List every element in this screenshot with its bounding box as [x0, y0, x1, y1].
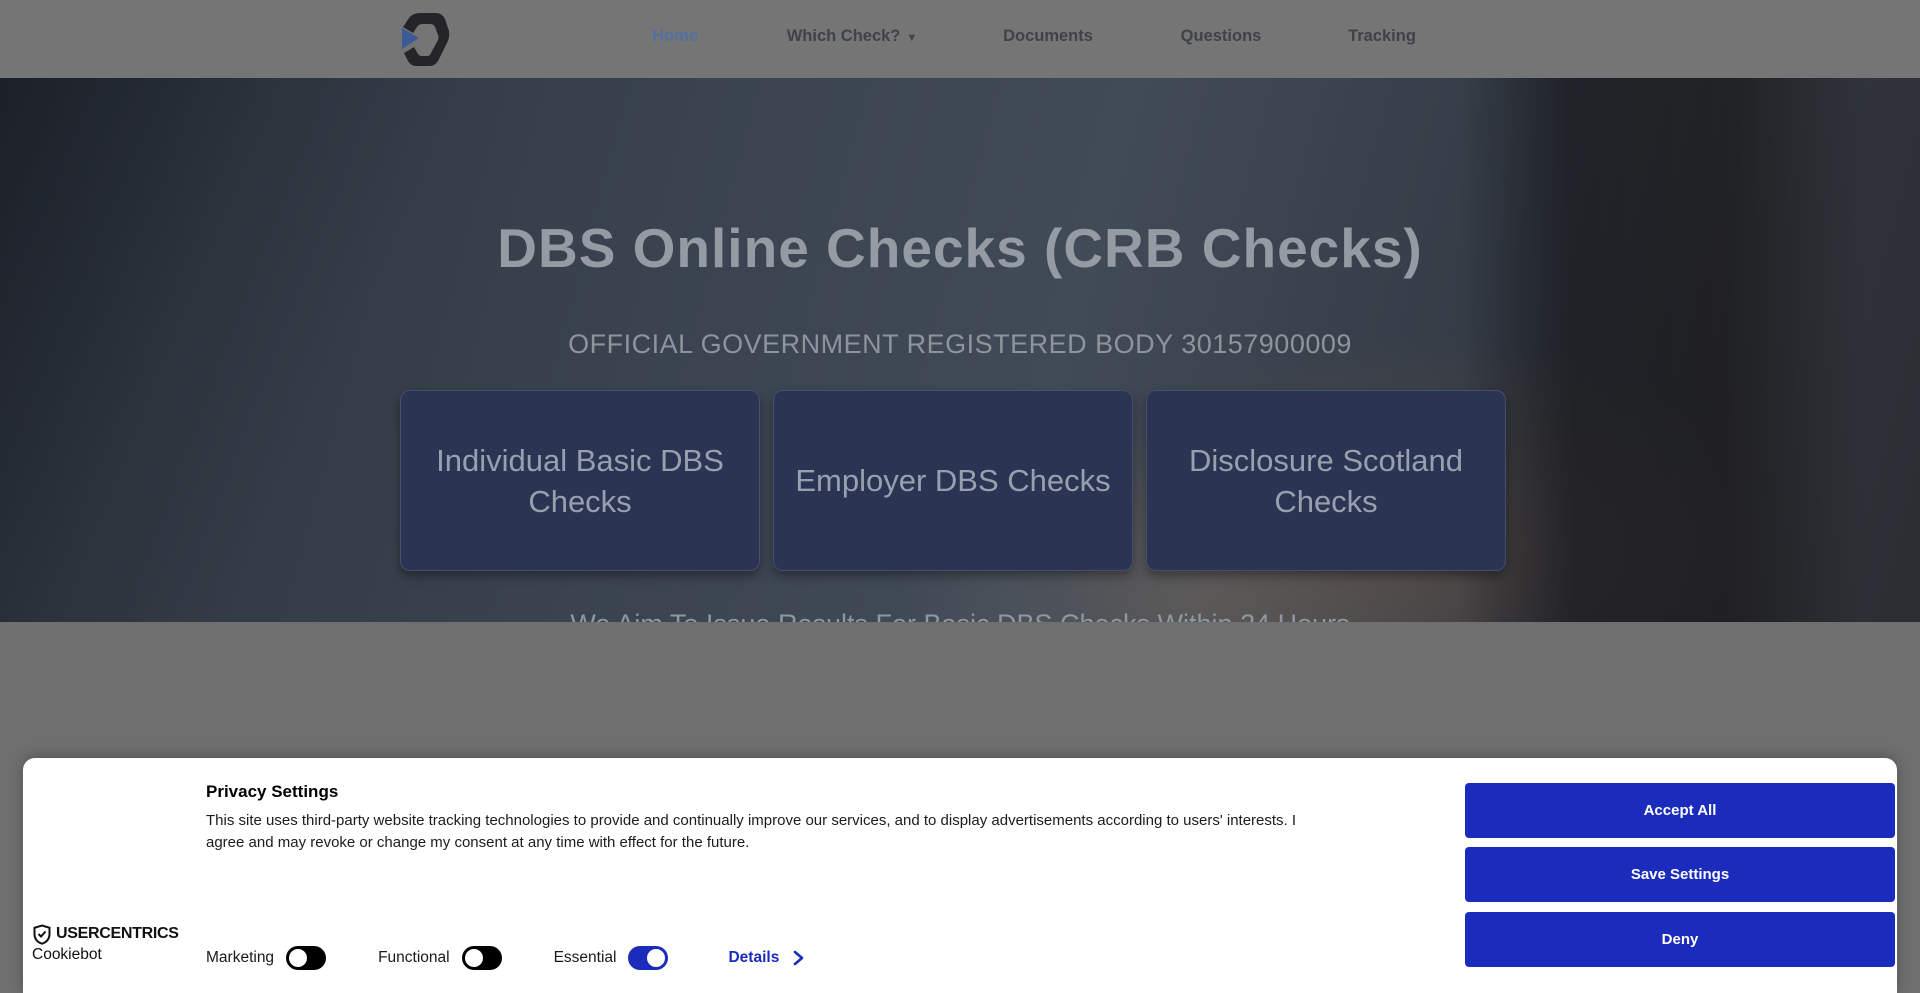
marketing-toggle-group: Marketing	[206, 946, 326, 970]
toggle-knob	[647, 949, 665, 967]
nav-item-documents[interactable]: Documents	[1003, 27, 1093, 46]
nav-item-questions[interactable]: Questions	[1181, 27, 1262, 46]
chevron-down-icon: ▼	[906, 32, 917, 44]
nav-item-tracking[interactable]: Tracking	[1348, 27, 1416, 46]
disclosure-scotland-checks-button[interactable]: Disclosure Scotland Checks	[1146, 390, 1506, 571]
essential-toggle-group: Essential	[554, 946, 669, 970]
page-title: DBS Online Checks (CRB Checks)	[0, 216, 1920, 280]
nav-item-which-check[interactable]: Which Check?▼	[787, 27, 918, 46]
privacy-settings-description: This site uses third-party website track…	[206, 810, 1296, 853]
hero-section: DBS Online Checks (CRB Checks) OFFICIAL …	[0, 78, 1920, 622]
accept-all-button[interactable]: Accept All	[1465, 783, 1895, 838]
cookiebot-label: Cookiebot	[32, 946, 102, 964]
usercentrics-shield-icon	[32, 924, 52, 945]
toggle-knob	[465, 949, 483, 967]
essential-toggle-label: Essential	[554, 949, 617, 967]
employer-dbs-checks-button[interactable]: Employer DBS Checks	[773, 390, 1133, 571]
save-settings-button[interactable]: Save Settings	[1465, 847, 1895, 902]
site-logo-icon[interactable]	[392, 9, 450, 69]
usercentrics-wordmark: USERCENTRICS	[56, 925, 179, 943]
nav-item-home[interactable]: Home	[652, 27, 698, 46]
details-link-label: Details	[728, 949, 779, 967]
hero-subtitle: OFFICIAL GOVERNMENT REGISTERED BODY 3015…	[0, 329, 1920, 360]
functional-toggle-label: Functional	[378, 949, 450, 967]
privacy-settings-title: Privacy Settings	[206, 782, 338, 802]
cookie-consent-dialog: Privacy Settings This site uses third-pa…	[23, 758, 1897, 993]
details-link[interactable]: Details	[728, 949, 804, 967]
marketing-toggle[interactable]	[286, 946, 326, 970]
chevron-right-icon	[793, 950, 804, 966]
functional-toggle[interactable]	[462, 946, 502, 970]
hero-button-row: Individual Basic DBS Checks Employer DBS…	[400, 390, 1506, 571]
toggle-knob	[289, 949, 307, 967]
deny-button[interactable]: Deny	[1465, 912, 1895, 967]
individual-basic-dbs-checks-button[interactable]: Individual Basic DBS Checks	[400, 390, 760, 571]
consent-toggles-row: Marketing Functional Essential Details	[206, 946, 804, 970]
marketing-toggle-label: Marketing	[206, 949, 274, 967]
top-navigation: Home Which Check?▼ Documents Questions T…	[0, 0, 1920, 78]
functional-toggle-group: Functional	[378, 946, 502, 970]
essential-toggle[interactable]	[628, 946, 668, 970]
